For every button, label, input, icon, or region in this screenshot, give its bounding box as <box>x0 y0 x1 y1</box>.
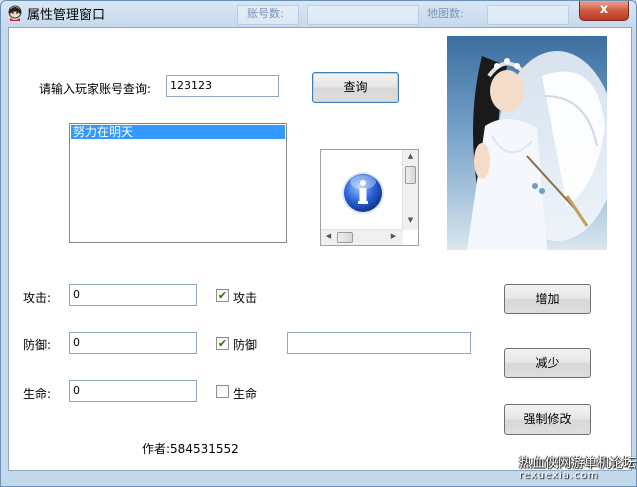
watermark-url: rexuexia.com <box>519 470 599 481</box>
horizontal-scroll-thumb[interactable] <box>337 232 353 243</box>
scroll-down-arrow-icon[interactable]: ▼ <box>403 216 418 224</box>
attack-label: 攻击: <box>23 291 52 305</box>
title-bar[interactable]: 属性管理窗口 账号数: 地图数: x <box>1 1 636 27</box>
defense-label: 防御: <box>23 338 52 352</box>
life-checkbox-label[interactable]: 生命 <box>233 385 257 402</box>
force-modify-button[interactable]: 强制修改 <box>504 404 591 435</box>
background-ghost-label: 账号数: <box>247 7 284 20</box>
icon-panel-horizontal-scrollbar[interactable]: ◀ ▶ <box>321 229 403 245</box>
defense-checkbox-label[interactable]: 防御 <box>233 336 257 353</box>
info-icon-panel: ▲ ▼ ◀ ▶ <box>320 149 419 246</box>
query-button[interactable]: 查询 <box>312 72 399 103</box>
decrease-button[interactable]: 减少 <box>504 348 591 378</box>
scroll-right-arrow-icon[interactable]: ▶ <box>386 232 401 240</box>
close-button[interactable]: x <box>579 1 629 21</box>
player-list[interactable]: 努力在明天 <box>69 123 287 243</box>
scroll-left-arrow-icon[interactable]: ◀ <box>321 232 336 240</box>
background-ghost-field <box>307 5 419 25</box>
window-title: 属性管理窗口 <box>27 8 106 23</box>
defense-extra-input[interactable] <box>287 332 471 354</box>
vertical-scroll-thumb[interactable] <box>405 166 416 184</box>
account-query-label: 请输入玩家账号查询: <box>39 82 152 96</box>
watermark-title: 热血侠网游单机论坛 <box>519 456 637 471</box>
app-icon <box>8 5 22 21</box>
life-input[interactable]: 0 <box>69 380 197 402</box>
defense-input[interactable]: 0 <box>69 332 197 354</box>
character-portrait-image <box>447 36 607 250</box>
author-label: 作者:584531552 <box>142 442 239 456</box>
info-icon <box>342 172 384 214</box>
increase-button[interactable]: 增加 <box>504 284 591 314</box>
life-label: 生命: <box>23 387 52 401</box>
background-ghost-field <box>487 5 569 25</box>
client-area: 请输入玩家账号查询: 123123 查询 努力在明天 ▲ ▼ ◀ ▶ 攻击: 0… <box>8 27 632 471</box>
scroll-up-arrow-icon[interactable]: ▲ <box>403 152 418 160</box>
background-ghost-label: 地图数: <box>427 7 464 20</box>
defense-checkbox[interactable]: ✔ <box>216 337 229 350</box>
life-checkbox[interactable] <box>216 385 229 398</box>
attack-checkbox[interactable]: ✔ <box>216 289 229 302</box>
list-item[interactable]: 努力在明天 <box>71 125 285 139</box>
attack-checkbox-label[interactable]: 攻击 <box>233 289 257 306</box>
attack-input[interactable]: 0 <box>69 284 197 306</box>
app-window: 属性管理窗口 账号数: 地图数: x 请输入玩家账号查询: 123123 查询 … <box>0 0 637 487</box>
icon-panel-vertical-scrollbar[interactable]: ▲ ▼ <box>402 150 418 230</box>
account-input[interactable]: 123123 <box>166 75 279 97</box>
